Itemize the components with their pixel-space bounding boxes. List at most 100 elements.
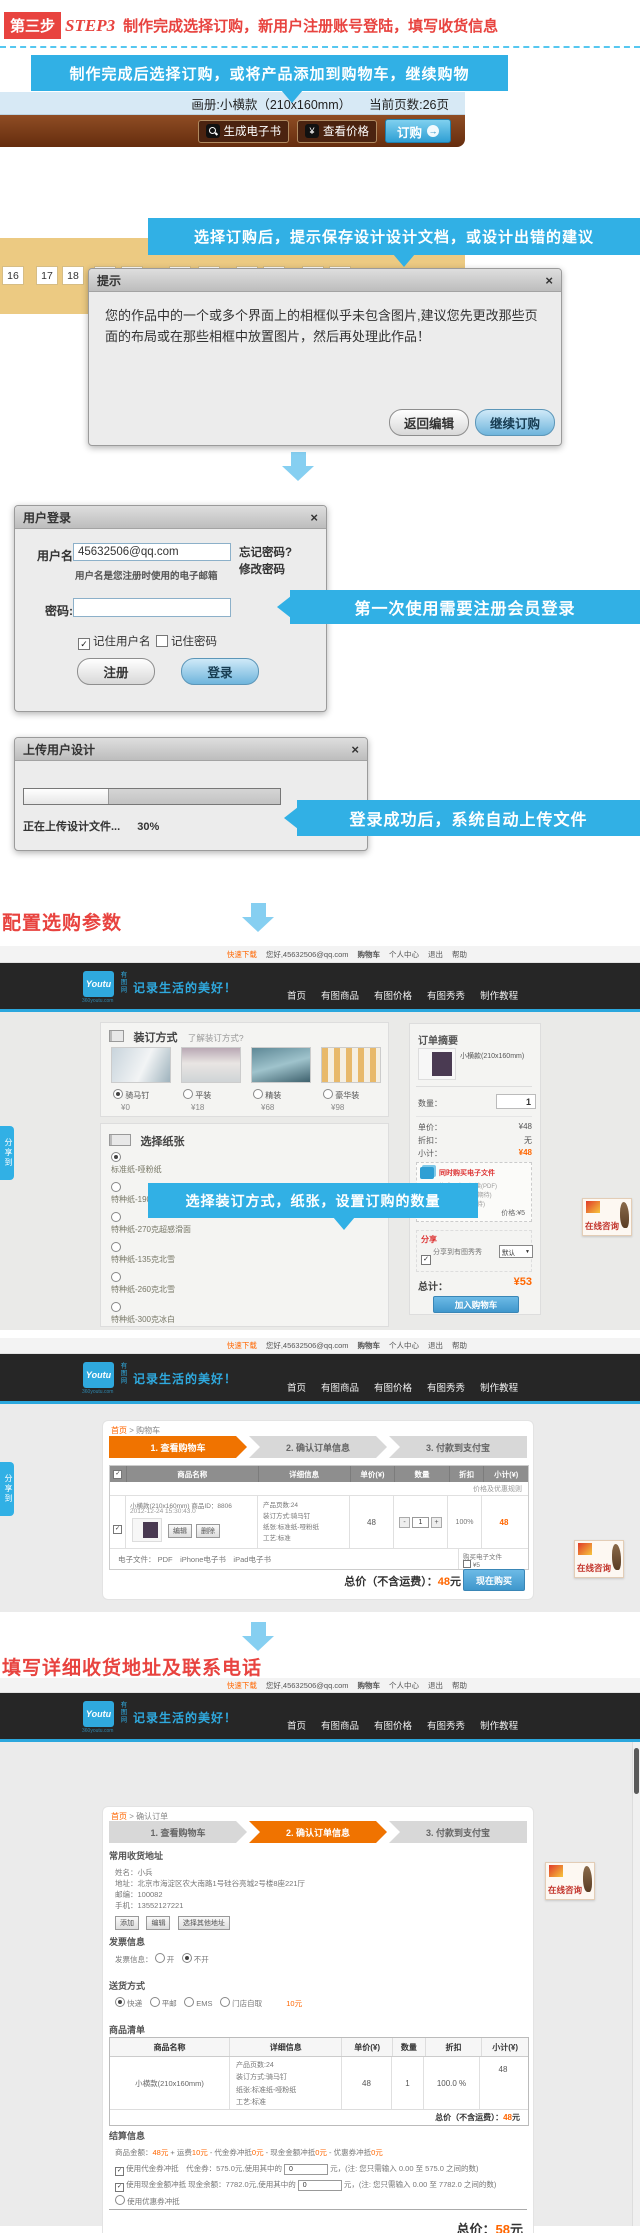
add-to-cart-button[interactable]: 加入购物车 bbox=[433, 1296, 519, 1313]
checkbox-checked-icon[interactable]: ✓ bbox=[115, 2167, 124, 2176]
scrollbar[interactable] bbox=[632, 1742, 640, 2226]
username-input[interactable] bbox=[73, 543, 231, 561]
address-add-button[interactable]: 添加 bbox=[115, 1916, 139, 1930]
cart-link[interactable]: 购物车 bbox=[358, 1340, 381, 1351]
cart-link[interactable]: 购物车 bbox=[358, 1680, 381, 1691]
qty-input[interactable] bbox=[496, 1094, 536, 1109]
scrollbar-thumb[interactable] bbox=[634, 1748, 639, 1794]
binding-option[interactable]: 精装 bbox=[253, 1089, 281, 1101]
delete-button[interactable]: 删除 bbox=[196, 1524, 220, 1538]
binding-option[interactable]: 豪华装 bbox=[323, 1089, 359, 1101]
nav-show[interactable]: 有图秀秀 bbox=[427, 1380, 465, 1394]
nav-prices[interactable]: 有图价格 bbox=[374, 988, 412, 1002]
breadcrumb-home[interactable]: 首页 bbox=[111, 1426, 127, 1435]
order-button[interactable]: 订购 → bbox=[385, 119, 451, 143]
paper-option-radio[interactable] bbox=[111, 1152, 121, 1163]
nav-prices[interactable]: 有图价格 bbox=[374, 1718, 412, 1732]
edit-button[interactable]: 编辑 bbox=[168, 1524, 192, 1538]
paper-option-radio[interactable] bbox=[111, 1302, 121, 1313]
back-edit-button[interactable]: 返回编辑 bbox=[389, 409, 469, 436]
nav-home[interactable]: 首页 bbox=[287, 988, 306, 1002]
account-link[interactable]: 个人中心 bbox=[389, 949, 419, 960]
account-link[interactable]: 个人中心 bbox=[389, 1680, 419, 1691]
help-link[interactable]: 帮助 bbox=[452, 949, 467, 960]
step-tab-pay[interactable]: 3. 付款到支付宝 bbox=[389, 1436, 527, 1458]
help-link[interactable]: 帮助 bbox=[452, 1680, 467, 1691]
nav-home[interactable]: 首页 bbox=[287, 1718, 306, 1732]
step-tab-pay[interactable]: 3. 付款到支付宝 bbox=[389, 1821, 527, 1843]
close-icon[interactable]: × bbox=[545, 274, 553, 287]
nav-home[interactable]: 首页 bbox=[287, 1380, 306, 1394]
generate-ebook-button[interactable]: 生成电子书 bbox=[198, 120, 290, 143]
binding-option-image[interactable] bbox=[111, 1047, 171, 1083]
binding-option[interactable]: 平装 bbox=[183, 1089, 211, 1101]
nav-prices[interactable]: 有图价格 bbox=[374, 1380, 412, 1394]
address-other-button[interactable]: 选择其他地址 bbox=[178, 1916, 230, 1930]
site-logo[interactable]: Youtu bbox=[83, 971, 114, 997]
select-all-checkbox[interactable]: ✓ bbox=[110, 1466, 127, 1482]
qty-value[interactable]: 1 bbox=[412, 1517, 429, 1528]
step-tab-confirm[interactable]: 2. 确认订单信息 bbox=[249, 1821, 387, 1843]
login-button[interactable]: 登录 bbox=[181, 658, 259, 685]
paper-option-radio[interactable] bbox=[111, 1242, 121, 1253]
binding-option-image[interactable] bbox=[181, 1047, 241, 1083]
qty-plus-button[interactable]: + bbox=[431, 1517, 442, 1528]
change-password-link[interactable]: 修改密码 bbox=[239, 561, 285, 577]
account-link[interactable]: 个人中心 bbox=[389, 1340, 419, 1351]
radio-icon[interactable] bbox=[150, 1997, 160, 2007]
binding-option[interactable]: 骑马钉 bbox=[113, 1089, 149, 1101]
checkbox-checked-icon[interactable]: ✓ bbox=[115, 2183, 124, 2192]
address-edit-button[interactable]: 编辑 bbox=[146, 1916, 170, 1930]
continue-order-button[interactable]: 继续订购 bbox=[475, 409, 555, 436]
nav-products[interactable]: 有图商品 bbox=[321, 1380, 359, 1394]
share-side-tab[interactable]: 分享到 bbox=[0, 1462, 14, 1516]
share-select[interactable]: 默认▼ bbox=[499, 1245, 533, 1258]
page-thumb[interactable]: 17 bbox=[36, 266, 58, 285]
close-icon[interactable]: × bbox=[351, 743, 359, 756]
share-side-tab[interactable]: 分享到 bbox=[0, 1126, 14, 1180]
breadcrumb-home[interactable]: 首页 bbox=[111, 1812, 127, 1821]
radio-on-icon[interactable] bbox=[115, 1997, 125, 2007]
nav-products[interactable]: 有图商品 bbox=[321, 988, 359, 1002]
row-checkbox[interactable]: ✓ bbox=[110, 1496, 126, 1548]
close-icon[interactable]: × bbox=[310, 511, 318, 524]
site-logo[interactable]: Youtu bbox=[83, 1701, 114, 1727]
logout-link[interactable]: 退出 bbox=[428, 1680, 443, 1691]
logout-link[interactable]: 退出 bbox=[428, 1340, 443, 1351]
binding-help-link[interactable]: 了解装订方式? bbox=[188, 1033, 244, 1043]
remember-username-checkbox[interactable]: ✓ bbox=[78, 633, 90, 651]
nav-tutorial[interactable]: 制作教程 bbox=[480, 988, 518, 1002]
voucher-input[interactable] bbox=[284, 2164, 328, 2175]
qty-minus-button[interactable]: - bbox=[399, 1517, 410, 1528]
nav-show[interactable]: 有图秀秀 bbox=[427, 988, 465, 1002]
binding-option-image[interactable] bbox=[251, 1047, 311, 1083]
help-link[interactable]: 帮助 bbox=[452, 1340, 467, 1351]
price-rules-link[interactable]: 价格及优惠规则 bbox=[473, 1484, 522, 1494]
share-checkbox[interactable]: ✓ bbox=[421, 1247, 431, 1265]
logout-link[interactable]: 退出 bbox=[428, 949, 443, 960]
radio-icon[interactable] bbox=[220, 1997, 230, 2007]
nav-show[interactable]: 有图秀秀 bbox=[427, 1718, 465, 1732]
quick-download-link[interactable]: 快速下载 bbox=[227, 1340, 257, 1351]
step-tab-cart[interactable]: 1. 查看购物车 bbox=[109, 1821, 247, 1843]
view-price-button[interactable]: ¥ 查看价格 bbox=[297, 120, 377, 143]
nav-products[interactable]: 有图商品 bbox=[321, 1718, 359, 1732]
online-service-badge[interactable]: 在线咨询 bbox=[545, 1862, 595, 1900]
page-thumb[interactable]: 18 bbox=[62, 266, 84, 285]
nav-tutorial[interactable]: 制作教程 bbox=[480, 1380, 518, 1394]
radio-icon[interactable] bbox=[155, 1953, 165, 1963]
cart-link[interactable]: 购物车 bbox=[358, 949, 381, 960]
nav-tutorial[interactable]: 制作教程 bbox=[480, 1718, 518, 1732]
page-thumb[interactable]: 16 bbox=[2, 266, 24, 285]
online-service-badge[interactable]: 在线咨询 bbox=[574, 1540, 624, 1578]
radio-icon[interactable] bbox=[184, 1997, 194, 2007]
step-tab-cart[interactable]: 1. 查看购物车 bbox=[109, 1436, 247, 1458]
password-input[interactable] bbox=[73, 598, 231, 617]
paper-option-radio[interactable] bbox=[111, 1272, 121, 1283]
radio-on-icon[interactable] bbox=[182, 1953, 192, 1963]
remember-password-checkbox[interactable] bbox=[156, 633, 168, 651]
binding-option-image[interactable] bbox=[321, 1047, 381, 1083]
buy-now-button[interactable]: 现在购买 bbox=[463, 1569, 525, 1591]
step-tab-confirm[interactable]: 2. 确认订单信息 bbox=[249, 1436, 387, 1458]
paper-option-radio[interactable] bbox=[111, 1212, 121, 1223]
